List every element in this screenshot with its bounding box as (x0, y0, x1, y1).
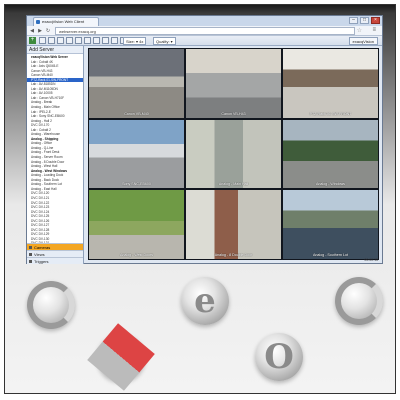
camera-sidebar: Add Server exacqVision Web Server Lab : C… (27, 46, 84, 264)
address-bar-row: ◀ ▶ ↻ webserver.exacq.org ☆ ≡ (27, 26, 382, 36)
browser-tab[interactable]: exacqVision Web Client (33, 17, 99, 26)
sidebar-tabs: Cameras Views Triggers (27, 243, 83, 264)
camera-view[interactable]: Analog - West Doors (89, 190, 184, 259)
camera-label: Analog - 8 Double Door (214, 252, 253, 257)
maximize-button[interactable]: □ (360, 17, 369, 24)
camera-label: Canon VB-M40 (124, 111, 149, 116)
add-server-header[interactable]: Add Server (27, 46, 83, 54)
minimize-button[interactable]: – (349, 17, 358, 24)
promo-frame: exacqVision Web Client – □ × ◀ ▶ ↻ webse… (4, 4, 396, 394)
camera-label: Analog - West Doors (119, 252, 154, 257)
tab-title: exacqVision Web Client (42, 19, 85, 24)
bookmark-star-icon[interactable]: ☆ (357, 27, 362, 34)
layout-1x1-icon[interactable] (39, 37, 46, 44)
sidebar-tab-cameras[interactable]: Cameras (27, 243, 83, 250)
sidebar-tab-triggers[interactable]: Triggers (27, 257, 83, 264)
window-controls: – □ × (349, 17, 380, 24)
safari-icon (87, 323, 155, 391)
camera-view[interactable]: Canon VB-M40 (89, 49, 184, 118)
camera-view[interactable]: Canon VB-H43 (186, 49, 281, 118)
sidebar-tab-views[interactable]: Views (27, 250, 83, 257)
opera-icon: O (255, 333, 303, 381)
brand-logo: exacqVision (348, 37, 378, 45)
refresh-icon[interactable]: ↻ (45, 28, 51, 34)
camera-list: exacqVision Web Server Lab : Cobalt 4K Lab… (27, 54, 83, 264)
tab-icon (29, 246, 32, 249)
firefox-ring (335, 277, 383, 325)
camera-view[interactable]: Sony SNC-EB600 (89, 119, 184, 189)
camera-grid: Canon VB-M40 Canon VB-H43 PTZ-Rack-01-SW-F… (88, 48, 379, 260)
camera-view[interactable]: Analog - Main Hall (186, 119, 281, 189)
camera-view[interactable]: Analog - Southern Lot (283, 190, 378, 259)
camera-label: Analog - Windows (316, 182, 345, 187)
app-toolbar: + Size: ▾ 4x Quality: ▾ exacqVision (27, 36, 382, 46)
favicon-icon (36, 20, 40, 24)
safari-needle (87, 323, 155, 391)
layout-buttons (39, 37, 127, 44)
add-server-button[interactable]: + (29, 37, 36, 44)
opera-glyph: O (264, 337, 294, 377)
layout-custom-icon[interactable] (75, 37, 82, 44)
fullscreen-icon[interactable] (84, 37, 91, 44)
camera-label: PTZ-Rack-01-SW-FRONT (309, 111, 352, 116)
menu-icon[interactable]: ≡ (372, 27, 376, 33)
camera-label: Canon VB-H43 (221, 111, 246, 116)
forward-arrow-icon[interactable]: ▶ (37, 28, 43, 34)
camera-view[interactable]: Analog - Windows (283, 119, 378, 189)
camera-view[interactable]: PTZ-Rack-01-SW-FRONT (283, 49, 378, 118)
supported-browsers: e O (5, 267, 395, 393)
chrome-icon (27, 281, 75, 329)
tab-label: Triggers (34, 259, 49, 264)
tab-bar: exacqVision Web Client – □ × (27, 16, 382, 26)
search-icon[interactable] (102, 37, 109, 44)
internet-explorer-icon: e (181, 277, 229, 325)
ie-glyph: e (194, 281, 216, 321)
chrome-ring (27, 281, 75, 329)
snapshot-icon[interactable] (93, 37, 100, 44)
camera-label: Analog - Main Hall (218, 182, 249, 187)
camera-label: Sony SNC-EB600 (122, 182, 151, 187)
status-time: 00:00:15 (364, 258, 378, 262)
close-button[interactable]: × (371, 17, 380, 24)
settings-icon[interactable] (111, 37, 118, 44)
quality-select[interactable]: Quality: ▾ (153, 37, 176, 45)
camera-label: Analog - Southern Lot (313, 252, 348, 257)
layout-4x4-icon[interactable] (66, 37, 73, 44)
browser-window: exacqVision Web Client – □ × ◀ ▶ ↻ webse… (26, 15, 383, 264)
camera-view[interactable]: Analog - 8 Double Door (186, 190, 281, 259)
size-select[interactable]: Size: ▾ 4x (123, 37, 147, 45)
url-field[interactable]: webserver.exacq.org (55, 27, 355, 35)
tab-icon (29, 260, 32, 263)
layout-2x2-icon[interactable] (48, 37, 55, 44)
firefox-icon (335, 277, 383, 325)
tab-icon (29, 253, 32, 256)
layout-3x3-icon[interactable] (57, 37, 64, 44)
back-arrow-icon[interactable]: ◀ (29, 28, 35, 34)
